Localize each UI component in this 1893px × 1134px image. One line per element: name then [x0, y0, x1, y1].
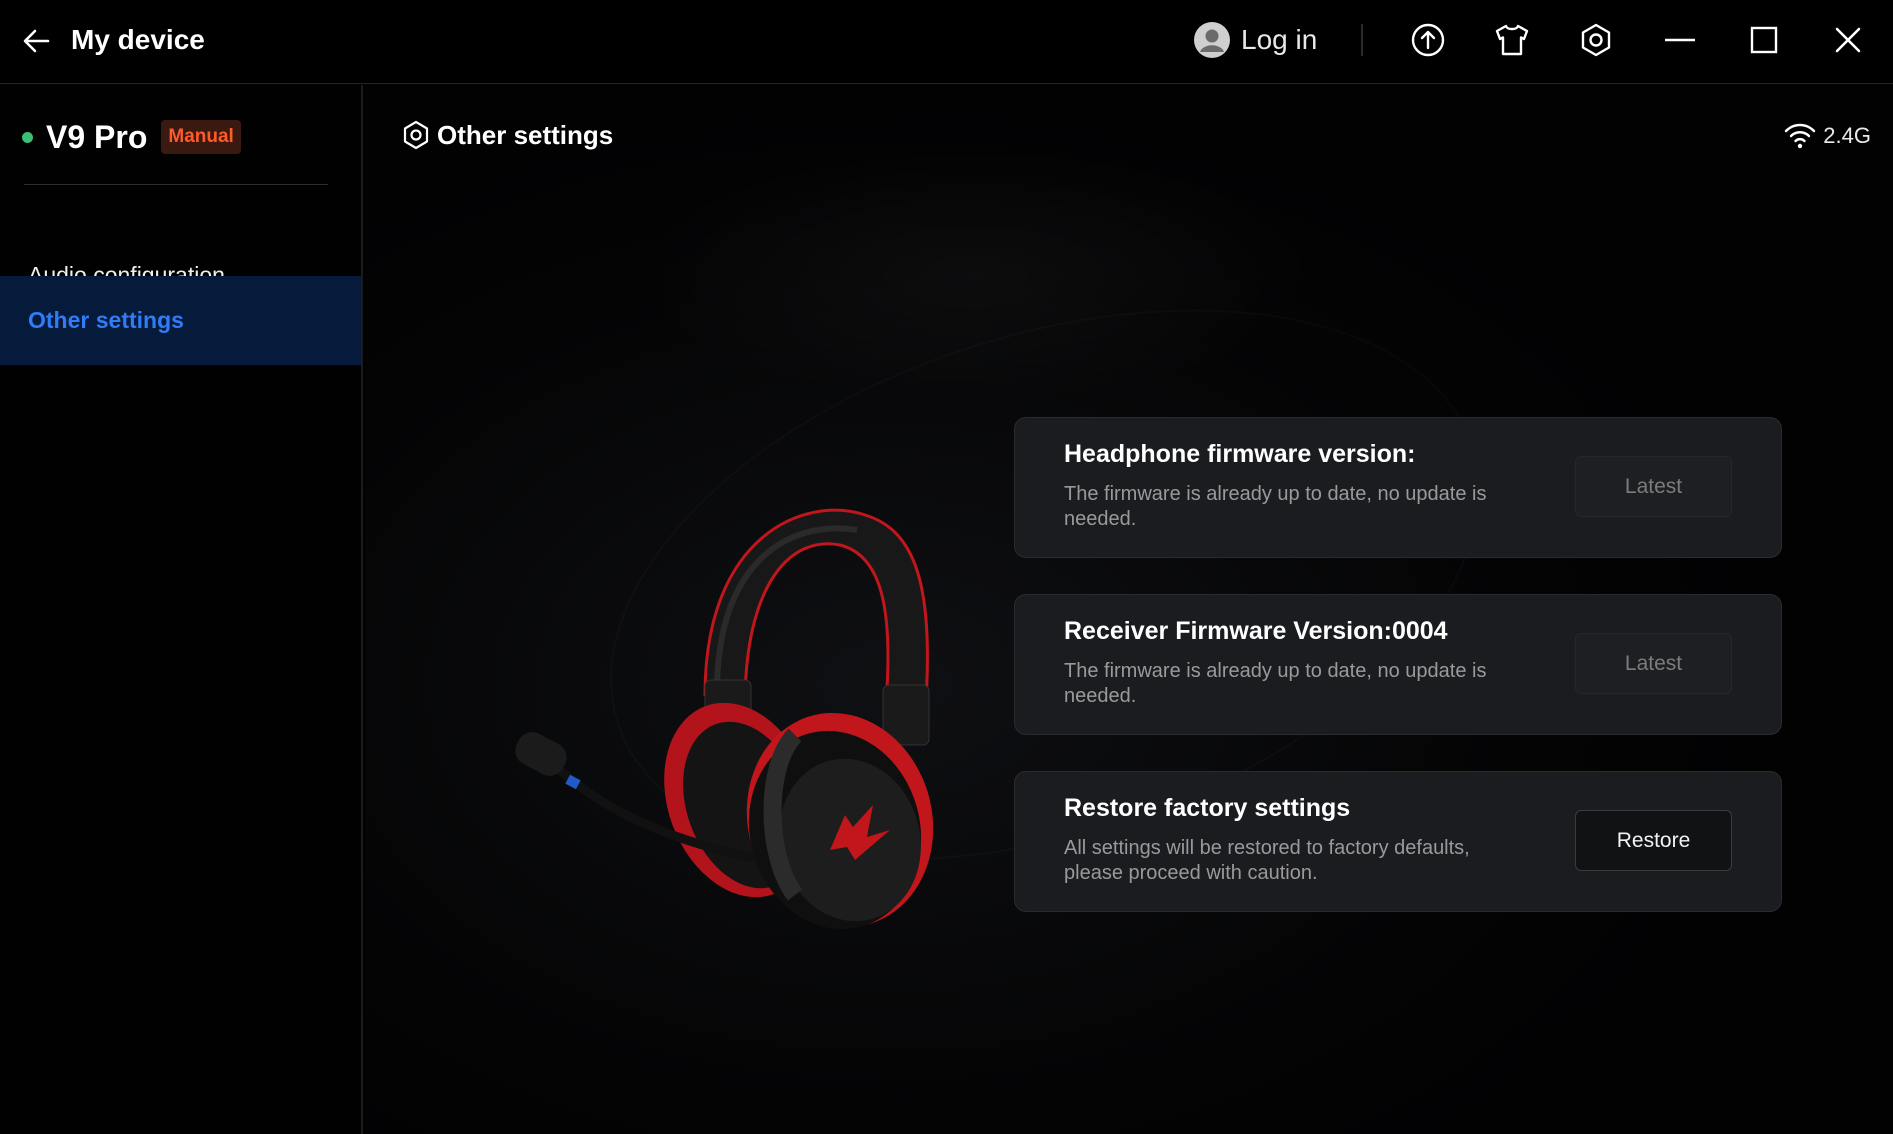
sidebar-item-other-settings[interactable]: Other settings	[0, 276, 361, 365]
card-title: Restore factory settings	[1064, 794, 1351, 822]
section-title: Other settings	[437, 119, 614, 150]
mode-badge: Manual	[161, 120, 241, 154]
section-header: Other settings	[401, 115, 613, 155]
maximize-icon[interactable]	[1744, 20, 1784, 60]
headphone-firmware-card: Headphone firmware version: The firmware…	[1014, 417, 1782, 558]
login-label: Log in	[1241, 24, 1318, 55]
device-name: V9 Pro	[46, 118, 148, 155]
card-description: The firmware is already up to date, no u…	[1064, 660, 1487, 707]
connection-status-dot	[22, 131, 33, 143]
card-description: The firmware is already up to date, no u…	[1064, 483, 1487, 530]
tshirt-skin-icon[interactable]	[1492, 20, 1532, 60]
settings-hex-icon[interactable]	[1576, 20, 1616, 60]
restore-button[interactable]: Restore	[1575, 810, 1732, 871]
titlebar-divider	[1361, 24, 1363, 56]
login-button[interactable]: Log in	[1193, 20, 1317, 60]
latest-button[interactable]: Latest	[1575, 633, 1732, 694]
card-title: Headphone firmware version:	[1064, 440, 1416, 468]
restore-factory-card: Restore factory settings All settings wi…	[1014, 771, 1782, 912]
user-avatar-icon	[1194, 22, 1230, 58]
sidebar-divider	[24, 184, 328, 185]
receiver-firmware-card: Receiver Firmware Version:0004 The firmw…	[1014, 594, 1782, 735]
minimize-icon[interactable]	[1660, 20, 1700, 60]
device-header: V9 Pro Manual	[22, 115, 241, 159]
app-window: My device Log in V9 Pro Manual Audio con…	[0, 0, 1893, 1134]
back-arrow-icon[interactable]	[20, 24, 54, 58]
page-title: My device	[71, 24, 205, 55]
upload-icon[interactable]	[1408, 20, 1448, 60]
headset-image	[515, 508, 934, 930]
wifi-icon	[1785, 123, 1816, 149]
sidebar: V9 Pro Manual Audio configuration Other …	[0, 85, 363, 1134]
card-description: All settings will be restored to factory…	[1064, 837, 1470, 884]
card-title: Receiver Firmware Version:0004	[1064, 617, 1448, 645]
connection-label: 2.4G	[1823, 123, 1871, 148]
close-icon[interactable]	[1828, 20, 1868, 60]
connection-indicator: 2.4G	[1783, 119, 1871, 153]
latest-button[interactable]: Latest	[1575, 456, 1732, 517]
title-bar: My device Log in	[0, 0, 1893, 84]
main-panel: Other settings 2.4G Headphone firmware v…	[365, 85, 1893, 1134]
settings-hex-icon	[403, 120, 429, 150]
